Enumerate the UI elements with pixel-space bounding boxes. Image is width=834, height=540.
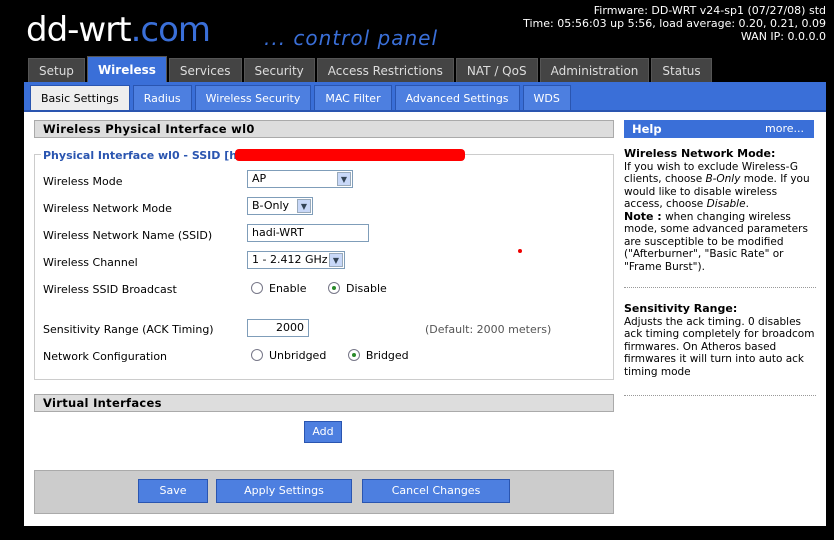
wan-ip: WAN IP: 0.0.0.0: [740, 30, 826, 43]
netconfig-unbridged-radio[interactable]: [251, 349, 263, 361]
broadcast-disable-radio[interactable]: [327, 282, 340, 294]
network-mode-select[interactable]: B-Only ▼: [247, 197, 313, 215]
help-mode-section: Wireless Network Mode: If you wish to ex…: [624, 147, 810, 273]
redaction-mark: [235, 149, 465, 161]
wireless-mode-select[interactable]: AP ▼: [247, 170, 353, 188]
help-sens-heading: Sensitivity Range:: [624, 302, 738, 315]
help-title: Help more...: [624, 120, 814, 138]
uptime-load: Time: 05:56:03 up 5:56, load average: 0.…: [523, 17, 826, 30]
sensitivity-label: Sensitivity Range (ACK Timing): [43, 323, 214, 336]
help-sensitivity-section: Sensitivity Range: Adjusts the ack timin…: [624, 302, 816, 378]
channel-label: Wireless Channel: [43, 256, 138, 269]
network-mode-label: Wireless Network Mode: [43, 202, 172, 215]
main-tabs: Setup Wireless Services Security Access …: [28, 56, 714, 82]
tab-status[interactable]: Status: [651, 58, 712, 82]
tab-wireless[interactable]: Wireless: [86, 56, 167, 82]
help-divider-bottom: [624, 395, 816, 396]
sub-tabs: Basic Settings Radius Wireless Security …: [30, 85, 574, 110]
stray-dot: [518, 249, 522, 253]
help-mode-em-2: Disable: [706, 198, 746, 210]
tab-access-restrictions[interactable]: Access Restrictions: [316, 58, 454, 82]
channel-select[interactable]: 1 - 2.412 GHz ▼: [247, 251, 345, 269]
physical-interface-fieldset: Physical Interface wl0 - SSID [ha Wirele…: [34, 149, 614, 380]
subtab-basic-settings[interactable]: Basic Settings: [30, 85, 130, 110]
logo: dd-wrt.com ... control panel: [24, 6, 478, 56]
chevron-down-icon: ▼: [329, 253, 343, 267]
sensitivity-default: (Default: 2000 meters): [425, 323, 552, 336]
save-button[interactable]: Save: [138, 479, 208, 503]
section-title-physical: Wireless Physical Interface wl0: [34, 120, 614, 138]
subtab-wds[interactable]: WDS: [522, 85, 571, 110]
netconfig-bridged-label: Bridged: [365, 349, 409, 362]
help-note-label: Note :: [624, 209, 662, 223]
help-sens-text: Adjusts the ack timing. 0 disables ack t…: [624, 315, 815, 378]
subtab-radius[interactable]: Radius: [132, 85, 192, 110]
cancel-changes-button[interactable]: Cancel Changes: [362, 479, 510, 503]
content-area: Wireless Physical Interface wl0 Physical…: [24, 112, 826, 526]
netconfig-unbridged-label: Unbridged: [269, 349, 327, 362]
firmware-version: Firmware: DD-WRT v24-sp1 (07/27/08) std: [593, 4, 826, 17]
broadcast-enable-label: Enable: [269, 282, 307, 295]
firmware-info: Firmware: DD-WRT v24-sp1 (07/27/08) std …: [523, 4, 826, 43]
logo-tagline: ... control panel: [264, 26, 439, 50]
section-title-virtual: Virtual Interfaces: [34, 394, 614, 412]
tab-nat-qos[interactable]: NAT / QoS: [455, 58, 538, 82]
sub-tab-bar: Basic Settings Radius Wireless Security …: [24, 82, 826, 112]
add-button[interactable]: Add: [304, 421, 342, 443]
logo-dot-text: .com: [130, 10, 211, 50]
header: dd-wrt.com ... control panel Firmware: D…: [24, 0, 834, 56]
subtab-mac-filter[interactable]: MAC Filter: [314, 85, 392, 110]
tab-administration[interactable]: Administration: [539, 58, 650, 82]
subtab-advanced-settings[interactable]: Advanced Settings: [394, 85, 520, 110]
apply-settings-button[interactable]: Apply Settings: [216, 479, 352, 503]
help-more-link[interactable]: more...: [765, 120, 804, 138]
tab-security[interactable]: Security: [243, 58, 315, 82]
wireless-mode-label: Wireless Mode: [43, 175, 123, 188]
subtab-wireless-security[interactable]: Wireless Security: [194, 85, 312, 110]
chevron-down-icon: ▼: [297, 199, 311, 213]
tab-services[interactable]: Services: [168, 58, 242, 82]
help-mode-em-1: B-Only: [705, 173, 741, 185]
network-config-label: Network Configuration: [43, 350, 168, 363]
netconfig-bridged-radio[interactable]: [347, 349, 360, 361]
ssid-broadcast-label: Wireless SSID Broadcast: [43, 283, 177, 296]
help-divider: [624, 287, 816, 288]
tab-setup[interactable]: Setup: [28, 58, 85, 82]
fieldset-legend: Physical Interface wl0 - SSID [ha: [41, 149, 247, 162]
broadcast-enable-radio[interactable]: [251, 282, 263, 294]
help-mode-heading: Wireless Network Mode:: [624, 147, 776, 160]
broadcast-disable-label: Disable: [345, 282, 387, 295]
ssid-input[interactable]: hadi-WRT: [247, 224, 369, 242]
chevron-down-icon: ▼: [337, 172, 351, 186]
ssid-label: Wireless Network Name (SSID): [43, 229, 213, 242]
logo-main-text: dd-wrt: [26, 10, 132, 50]
sensitivity-input[interactable]: 2000: [247, 319, 309, 337]
